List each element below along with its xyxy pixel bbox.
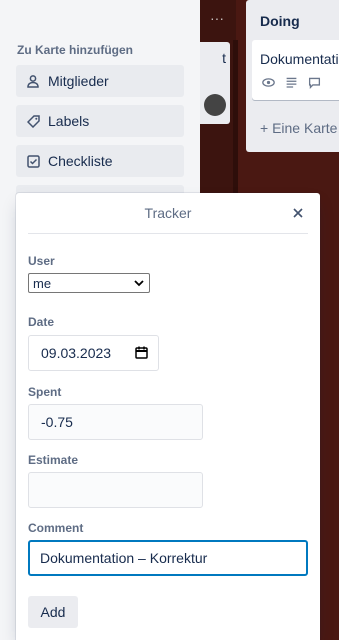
avatar [204,94,226,116]
sidebar-item-members[interactable]: Mitglieder [16,65,184,97]
sidebar-item-checklist[interactable]: Checkliste [16,145,184,177]
comment-input-value: Dokumentation – Korrektur [40,550,208,566]
eye-icon [262,78,275,87]
comment-icon [308,77,321,89]
spent-input[interactable]: -0.75 [28,404,203,440]
calendar-icon[interactable] [135,346,148,359]
list-doing-title[interactable]: Doing [260,13,300,29]
sidebar-heading: Zu Karte hinzufügen [17,43,133,57]
sidebar-item-label: Mitglieder [48,73,109,89]
spent-input-value: -0.75 [41,414,73,430]
doing-card[interactable]: Dokumentation [252,40,339,100]
person-icon [26,74,40,88]
description-icon [286,77,297,88]
close-icon[interactable] [290,205,306,221]
date-label: Date [28,315,55,329]
estimate-input[interactable] [28,472,203,508]
user-label: User [28,254,55,268]
estimate-label: Estimate [28,453,79,467]
checkbox-icon [26,154,40,168]
add-card-button[interactable]: + Eine Karte [260,120,337,136]
spent-label: Spent [28,385,62,399]
popover-title: Tracker [144,205,192,221]
divider [28,233,308,234]
chevron-down-icon [134,280,144,287]
doing-card-title: Dokumentation [260,51,339,67]
list-doing: Doing Dokumentation + Eine Karte [246,0,339,152]
add-button[interactable]: Add [28,596,78,628]
list-left-menu[interactable]: ··· [200,0,236,40]
sidebar-item-labels[interactable]: Labels [16,105,184,137]
tag-icon [26,114,40,128]
sidebar-item-label: Checkliste [48,153,113,169]
sidebar-item-label: Labels [48,113,90,129]
user-select-value: me [33,275,52,291]
date-input[interactable]: 09.03.2023 [28,335,159,371]
date-input-value: 09.03.2023 [41,345,112,361]
list-left-card-title: t [222,50,226,66]
list-left-card[interactable]: t [200,42,230,124]
comment-label: Comment [28,521,84,535]
user-select[interactable]: me [28,273,150,293]
tracker-popover: Tracker User me Date 09.03.2023 Spent -0… [16,193,320,640]
card-badges [262,76,321,89]
comment-input[interactable]: Dokumentation – Korrektur [28,540,308,576]
